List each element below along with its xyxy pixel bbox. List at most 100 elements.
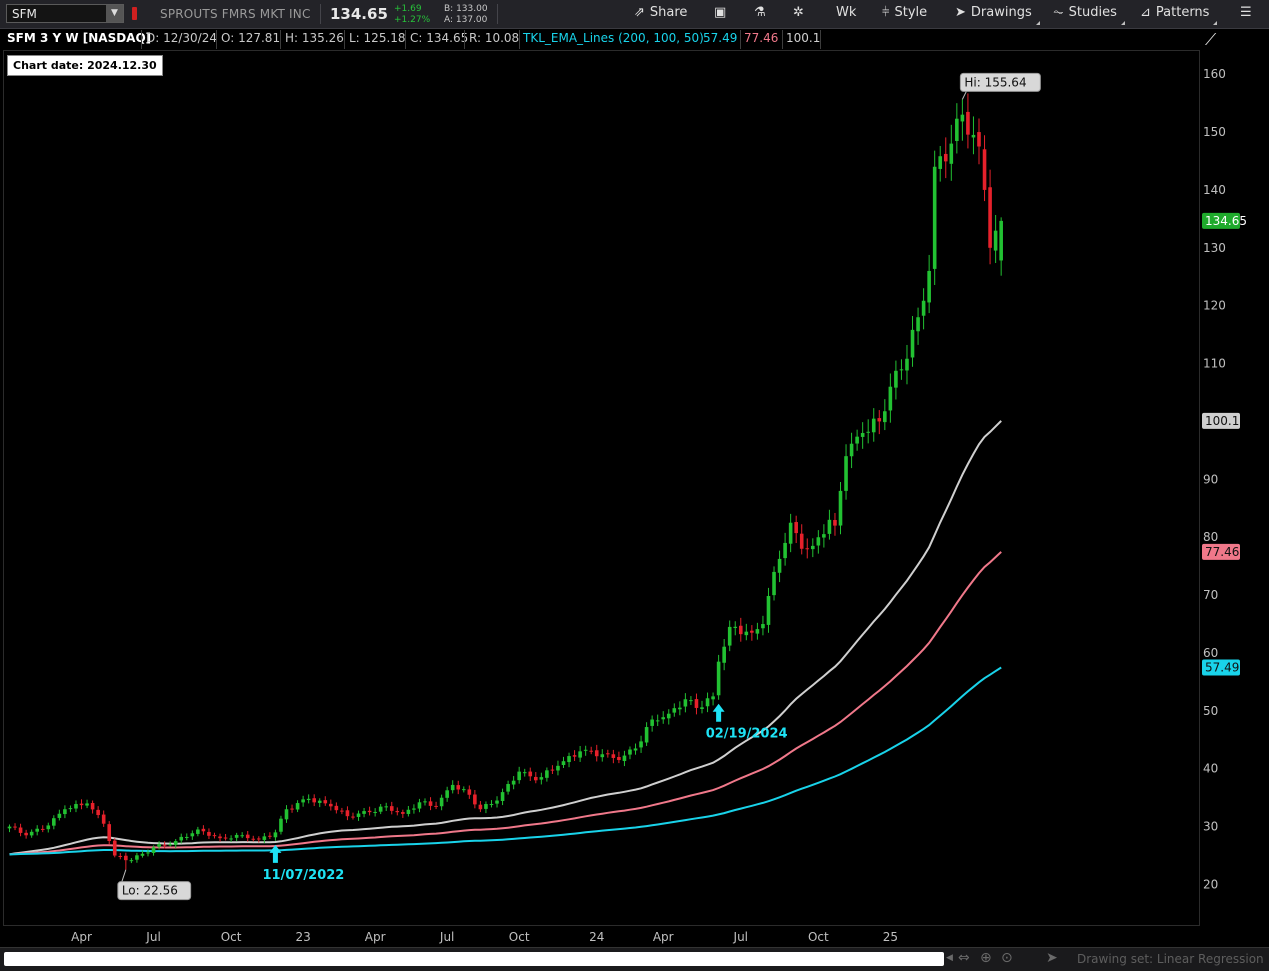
candle-body bbox=[57, 813, 62, 818]
candle-body bbox=[622, 755, 627, 762]
candle-body bbox=[412, 808, 416, 810]
candle-body bbox=[678, 707, 682, 710]
x-tick-label: Oct bbox=[808, 930, 829, 944]
candle-body bbox=[567, 756, 571, 763]
candle-body bbox=[13, 826, 17, 828]
crosshair-icon[interactable]: ⊕ bbox=[980, 950, 992, 966]
candle-body bbox=[966, 111, 970, 135]
auto-scale-icon[interactable]: ⟋ bbox=[1205, 30, 1216, 50]
high-label: Hi: 155.64 bbox=[964, 75, 1026, 89]
candle-body bbox=[988, 187, 992, 248]
candle-body bbox=[772, 571, 776, 596]
candle-body bbox=[506, 784, 510, 792]
candle-body bbox=[262, 836, 267, 840]
price-chart[interactable]: 20 30 40 50 60 70 80 90 110 120 130 140 150 160 Apr Jul… bbox=[0, 0, 1269, 946]
candle-body bbox=[716, 661, 721, 696]
candle-body bbox=[877, 418, 882, 422]
up-arrow-icon bbox=[269, 844, 282, 863]
scroll-left-icon[interactable]: ◀ bbox=[946, 953, 953, 963]
candle-body bbox=[545, 770, 549, 778]
candle-body bbox=[467, 789, 472, 795]
ema200-label: 57.49 bbox=[1205, 660, 1239, 674]
candle-body bbox=[727, 626, 732, 646]
x-tick-label: Apr bbox=[71, 930, 92, 944]
candle-body bbox=[484, 804, 488, 809]
candle-body bbox=[96, 809, 100, 816]
low-label: Lo: 22.56 bbox=[122, 884, 178, 898]
candle-body bbox=[351, 816, 355, 818]
candle-body bbox=[938, 156, 943, 169]
pointer-icon[interactable]: ➤ bbox=[1046, 950, 1058, 966]
candle-body bbox=[284, 809, 289, 820]
candle-body bbox=[777, 558, 782, 573]
hi-leader bbox=[961, 91, 967, 100]
ema100-label: 77.46 bbox=[1205, 545, 1239, 559]
candle-body bbox=[157, 844, 161, 847]
candle-body bbox=[578, 751, 582, 758]
candle-body bbox=[606, 753, 610, 755]
candle-body bbox=[378, 806, 383, 812]
candle-body bbox=[899, 369, 904, 371]
candle-body bbox=[982, 149, 987, 190]
candle-body bbox=[799, 533, 804, 549]
ema-line-200 bbox=[9, 666, 1002, 856]
candle-body bbox=[711, 696, 715, 700]
chart-scrollbar[interactable] bbox=[4, 952, 944, 966]
y-tick-label: 20 bbox=[1203, 877, 1218, 891]
candle-body bbox=[373, 811, 377, 813]
candle-body bbox=[561, 761, 566, 766]
y-tick-label: 120 bbox=[1203, 299, 1226, 313]
candle-body bbox=[450, 784, 455, 791]
y-tick-label: 160 bbox=[1203, 67, 1226, 81]
candle-body bbox=[633, 748, 638, 751]
candle-body bbox=[29, 831, 34, 836]
candle-body bbox=[312, 798, 316, 803]
candle-body bbox=[63, 809, 67, 815]
candle-body bbox=[600, 754, 605, 758]
x-tick-label: Jul bbox=[733, 930, 748, 944]
status-bar: ◀ ⇔ ⊕ ⊙ ➤ Drawing set: Linear Regression bbox=[0, 947, 1269, 971]
candle-body bbox=[340, 810, 344, 812]
candle-body bbox=[273, 832, 278, 838]
candle-body bbox=[611, 754, 616, 758]
candle-body bbox=[118, 855, 123, 857]
candle-body bbox=[827, 519, 832, 534]
candle-body bbox=[201, 828, 206, 832]
candle-body bbox=[112, 840, 117, 856]
up-arrow-icon bbox=[712, 703, 725, 722]
y-tick-label: 40 bbox=[1203, 762, 1218, 776]
x-tick-label: Oct bbox=[509, 930, 530, 944]
candle-body bbox=[860, 433, 865, 437]
candle-body bbox=[811, 545, 815, 550]
y-tick-label: 30 bbox=[1203, 820, 1218, 834]
candle-body bbox=[849, 443, 854, 457]
candle-body bbox=[722, 646, 726, 663]
candle-body bbox=[445, 790, 449, 798]
candle-body bbox=[90, 803, 95, 810]
candle-body bbox=[279, 818, 283, 832]
y-tick-label: 70 bbox=[1203, 588, 1218, 602]
candle-body bbox=[229, 838, 233, 840]
candle-body bbox=[301, 799, 305, 803]
candle-body bbox=[334, 805, 339, 811]
y-tick-label: 130 bbox=[1203, 241, 1226, 255]
candle-body bbox=[683, 699, 688, 707]
candle-body bbox=[700, 707, 704, 709]
candle-body bbox=[694, 699, 699, 708]
zoom-icon[interactable]: ⊙ bbox=[1001, 950, 1013, 966]
candle-body bbox=[179, 836, 184, 841]
drag-icon[interactable]: ⇔ bbox=[958, 950, 970, 966]
candle-body bbox=[257, 838, 261, 840]
candle-body bbox=[68, 808, 73, 810]
candle-body bbox=[456, 785, 461, 790]
candle-body bbox=[24, 832, 28, 836]
annotation-date: 11/07/2022 bbox=[262, 868, 344, 883]
candle-body bbox=[932, 166, 937, 269]
candle-body bbox=[212, 835, 217, 837]
candle-body bbox=[362, 811, 366, 814]
candle-body bbox=[833, 519, 837, 526]
candle-body bbox=[251, 838, 256, 840]
candle-body bbox=[883, 411, 887, 423]
candle-body bbox=[223, 837, 228, 839]
candle-body bbox=[589, 750, 593, 752]
